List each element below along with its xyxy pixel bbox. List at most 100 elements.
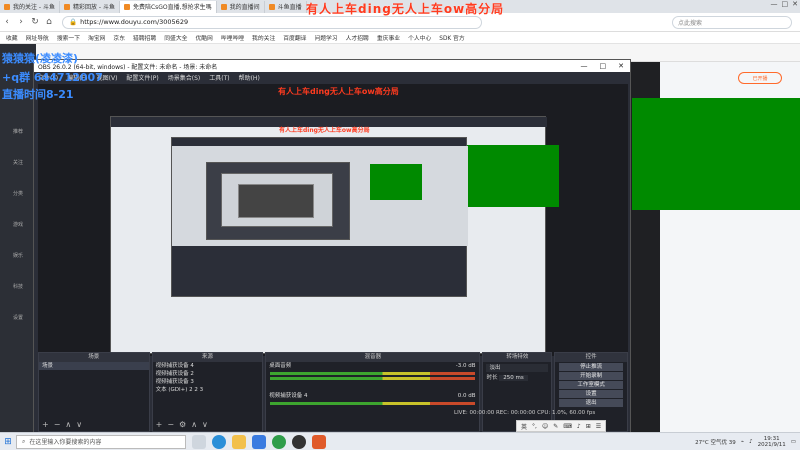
ime-skin-icon[interactable]: ⊞ (586, 423, 591, 430)
browser-tab[interactable]: 斗鱼直播 (265, 0, 307, 13)
audio-meter (270, 372, 476, 375)
weather-text[interactable]: 27°C 空气优 39 (695, 438, 736, 446)
browser-window-controls: — □ ✕ (771, 0, 799, 8)
url-input[interactable]: 🔒 https://www.douyu.com/3005629 (62, 15, 482, 29)
ime-menu-icon[interactable]: ☰ (596, 423, 601, 430)
sidebar-item[interactable]: 推荐 (13, 128, 23, 135)
bookmark-item[interactable]: 问题学习 (314, 33, 337, 42)
windows-taskbar: ⊞ ⌕ 在这里输入你要搜索的内容 27°C 空气优 39 ⌁ ♪ 19:31 20… (0, 432, 800, 450)
douyu-sidebar: 推荐 关注 分类 游戏 娱乐 科技 设置 (0, 44, 36, 432)
edge-icon[interactable] (212, 434, 226, 449)
bookmark-item[interactable]: 个人中心 (408, 33, 431, 42)
sidebar-item[interactable]: 分类 (13, 190, 23, 197)
bookmark-item[interactable]: 猎聘招聘 (133, 33, 156, 42)
notification-icon[interactable]: ▭ (791, 439, 796, 445)
bookmark-item[interactable]: 收藏 (6, 33, 18, 42)
profile-button[interactable]: 已开播 (738, 72, 782, 84)
nested-capture-3 (206, 162, 350, 240)
store-icon[interactable] (252, 434, 266, 449)
source-item[interactable]: 视频捕获设备 4 (153, 362, 263, 370)
ime-keyboard-icon[interactable]: ⌨ (563, 423, 572, 430)
bookmark-item[interactable]: 哔哩哔哩 (221, 33, 244, 42)
scene-item[interactable]: 场景 (39, 362, 149, 370)
back-icon[interactable]: ‹ (0, 17, 14, 27)
menu-tools[interactable]: 工具(T) (209, 73, 229, 82)
browser-tab[interactable]: 我的关注 - 斗鱼 (0, 0, 60, 13)
bookmark-item[interactable]: 我的关注 (252, 33, 275, 42)
maximize-button[interactable]: □ (782, 0, 789, 8)
sources-dock: 来源 视频捕获设备 4 视频捕获设备 2 视频捕获设备 3 文本 (GDI+) … (151, 352, 264, 432)
minimize-button[interactable]: — (771, 0, 778, 8)
menu-help[interactable]: 帮助(H) (239, 73, 260, 82)
sidebar-item[interactable]: 关注 (13, 159, 23, 166)
bookmark-item[interactable]: 人才招聘 (346, 33, 369, 42)
menu-profile[interactable]: 配置文件(P) (126, 73, 158, 82)
sidebar-item[interactable]: 娱乐 (13, 252, 23, 259)
sidebar-item[interactable]: 设置 (13, 314, 23, 321)
obs-minimize-button[interactable]: — (581, 62, 588, 70)
media-app-icon[interactable] (312, 434, 326, 449)
start-recording-button[interactable]: 开始录制 (559, 372, 623, 380)
bookmark-item[interactable]: 同盛大全 (164, 33, 187, 42)
obs-close-button[interactable]: ✕ (618, 62, 624, 70)
duration-input[interactable]: 250 ms (499, 375, 528, 381)
ime-toolbar: 英 °, ☺ ✎ ⌨ ♪ ⊞ ☰ (516, 420, 607, 432)
sources-header: 来源 (152, 353, 263, 362)
stream-overlay-title: 有人上车ding无人上车ow高分局 (306, 2, 505, 16)
bookmark-item[interactable]: 优酷网 (195, 33, 212, 42)
audio-meter (270, 377, 476, 380)
obs-maximize-button[interactable]: □ (600, 62, 607, 70)
bookmark-item[interactable]: 百度翻译 (283, 33, 306, 42)
file-explorer-icon[interactable] (232, 434, 246, 449)
bookmark-item[interactable]: 网址导航 (26, 33, 49, 42)
transition-select[interactable]: 淡出 (486, 364, 549, 372)
bookmark-item[interactable]: 重庆事业 (377, 33, 400, 42)
forward-icon[interactable]: › (14, 17, 28, 27)
bookmark-item[interactable]: 淘宝网 (88, 33, 105, 42)
source-item[interactable]: 视频捕获设备 3 (153, 378, 263, 386)
obs-app-icon[interactable] (292, 434, 306, 449)
sidebar-item[interactable]: 科技 (13, 283, 23, 290)
green-overlay-block (632, 98, 800, 210)
search-icon: ⌕ (22, 437, 26, 445)
close-button[interactable]: ✕ (792, 0, 798, 8)
windows-start-icon[interactable]: ⊞ (0, 437, 16, 447)
reload-icon[interactable]: ↻ (28, 17, 42, 27)
douyu-favicon-icon (220, 3, 227, 10)
sidebar-item[interactable]: 游戏 (13, 221, 23, 228)
exit-button[interactable]: 退出 (559, 399, 623, 407)
browser-tab-active[interactable]: 免费陪CsGO直播,想抢求生嗎 (119, 0, 217, 13)
bookmark-item[interactable]: 京东 (113, 33, 125, 42)
source-item[interactable]: 文本 (GDI+) 2 2 3 (153, 386, 263, 394)
obs-preview[interactable]: 有人上车ding无人上车ow高分局 有人上车ding无人上车ow高分局 (38, 84, 628, 356)
ime-voice-icon[interactable]: ♪ (577, 423, 581, 430)
source-toolbar-icons[interactable]: +−⚙∧∨ (156, 420, 213, 429)
ime-punct-icon[interactable]: °, (532, 423, 537, 430)
scenes-dock: 场景 场景 +−∧∨ (38, 352, 150, 432)
task-view-icon[interactable] (192, 434, 206, 449)
browser-tab[interactable]: 精彩回放 - 斗鱼 (60, 0, 120, 13)
bookmark-bar: 收藏 网址导航 搜索一下 淘宝网 京东 猎聘招聘 同盛大全 优酷网 哔哩哔哩 我… (0, 32, 800, 44)
scene-toolbar-icons[interactable]: +−∧∨ (42, 420, 87, 429)
browser-app-icon[interactable] (272, 434, 286, 449)
taskbar-search-input[interactable]: ⌕ 在这里输入你要搜索的内容 (16, 434, 186, 449)
browser-search-input[interactable]: 点此搜索 (672, 15, 792, 29)
volume-icon[interactable]: ♪ (749, 439, 753, 445)
bookmark-item[interactable]: SDK 官方 (439, 33, 464, 42)
mixer-channel-name: 桌面音频 -3.0 dB (266, 362, 479, 370)
ime-emoji-icon[interactable]: ☺ (542, 423, 548, 430)
clock[interactable]: 19:31 2021/9/11 (758, 436, 786, 448)
stop-streaming-button[interactable]: 停止推流 (559, 363, 623, 371)
mixer-header: 混音器 (266, 353, 480, 362)
browser-tab[interactable]: 我的直播间 (217, 0, 265, 13)
studio-mode-button[interactable]: 工作室模式 (559, 381, 623, 389)
bookmark-item[interactable]: 搜索一下 (57, 33, 80, 42)
home-icon[interactable]: ⌂ (42, 17, 56, 27)
source-item[interactable]: 视频捕获设备 2 (153, 370, 263, 378)
settings-button[interactable]: 设置 (559, 390, 623, 398)
ime-lang-icon[interactable]: 英 (521, 422, 527, 431)
network-icon[interactable]: ⌁ (741, 439, 744, 445)
ime-handwrite-icon[interactable]: ✎ (553, 423, 558, 430)
menu-scene-collection[interactable]: 场景集合(S) (168, 73, 201, 82)
qq-group-text: +q群 644712007 (2, 71, 103, 84)
